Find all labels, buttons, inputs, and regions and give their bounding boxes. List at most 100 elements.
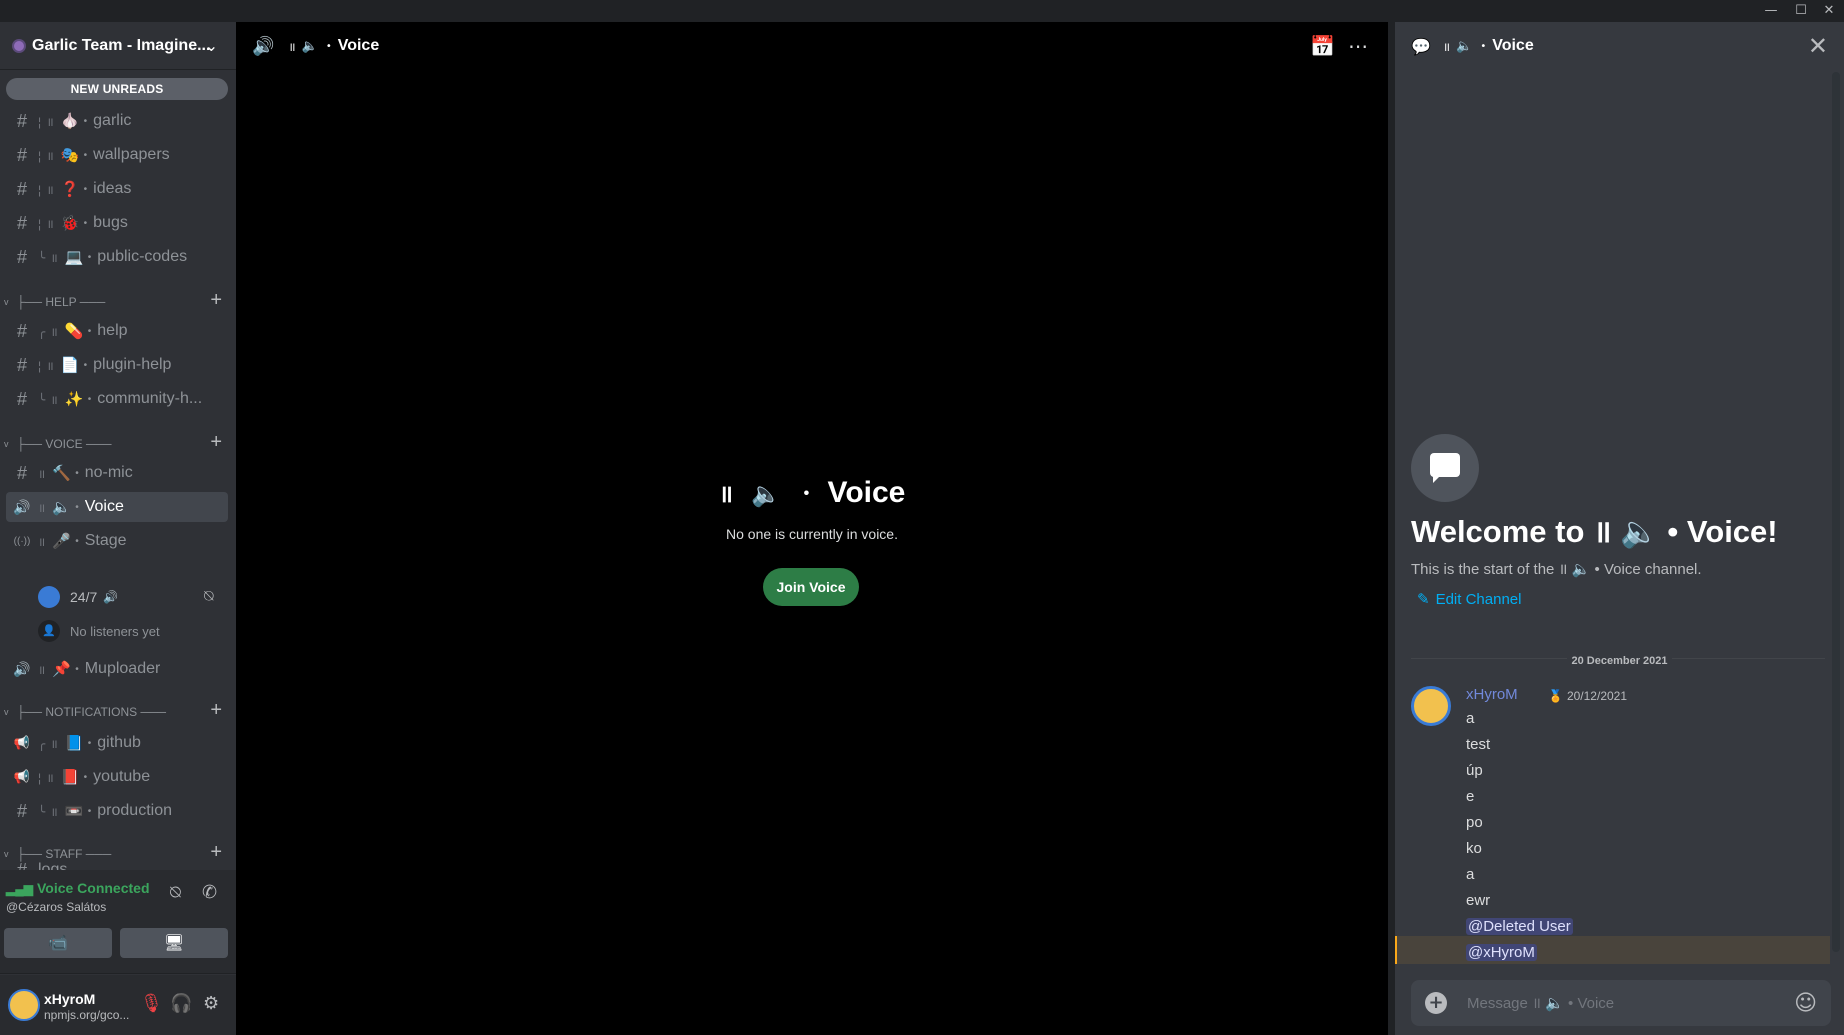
hammer-emoji: 🔨 — [52, 465, 71, 482]
pencil-icon: ✎ — [1417, 591, 1430, 608]
welcome-subtitle: This is the start of the ॥ 🔈 • Voice cha… — [1411, 561, 1702, 578]
category-voice[interactable]: v ├── VOICE ─── + — [0, 431, 236, 454]
avatar[interactable] — [8, 989, 40, 1021]
message-line: po — [1466, 814, 1483, 831]
channel-public-codes[interactable]: # ╰ ॥ 💻 • public-codes — [6, 242, 228, 272]
category-label: ├── NOTIFICATIONS ─── — [16, 705, 166, 719]
channel-bugs[interactable]: # ¦ ॥ 🐞 • bugs — [6, 208, 228, 238]
stage-live-row[interactable]: 24/7 🔊 ⍉ — [38, 586, 214, 608]
mention-deleted-user[interactable]: @Deleted User — [1466, 918, 1573, 935]
dot-separator: • — [803, 485, 810, 503]
channel-github[interactable]: 📢 ╭ ॥ 📘 • github — [6, 728, 228, 758]
channel-community-help[interactable]: # ╰ ॥ ✨ • community-h... — [6, 384, 228, 414]
disconnect-icon[interactable]: ✆ — [202, 882, 217, 903]
badge-icon: 🏅 — [1548, 689, 1563, 703]
voice-connected-status[interactable]: ▂▄▆ Voice Connected — [6, 880, 150, 896]
message-line: úp — [1466, 762, 1483, 779]
hash-icon: # — [16, 178, 27, 199]
signal-icon: ▂▄▆ — [6, 882, 33, 896]
add-channel-icon[interactable]: + — [210, 431, 222, 454]
dot-separator: • — [325, 40, 332, 52]
stage-label: 24/7 — [70, 589, 98, 605]
pill-emoji: 💊 — [64, 323, 84, 340]
user-status: npmjs.org/gco... — [44, 1008, 130, 1022]
message-line: ko — [1466, 840, 1482, 857]
camera-button[interactable]: 📹 — [4, 928, 112, 958]
chat-scrollbar[interactable] — [1832, 72, 1840, 952]
speaker-emoji: 🔈 — [1456, 38, 1473, 54]
close-icon[interactable]: ✕ — [1808, 32, 1828, 60]
gear-icon[interactable]: ⚙ — [203, 993, 219, 1014]
voice-title-text: Voice — [827, 476, 906, 509]
noise-suppression-icon[interactable]: ⍉ — [170, 882, 181, 903]
guild-header[interactable]: Garlic Team - Imagine... ⌄ — [0, 22, 236, 70]
maximize-button[interactable]: ☐ — [1790, 2, 1812, 20]
main-header: 🔊 ॥ 🔈 • Voice 📅 ⋯ — [236, 22, 1388, 70]
channel-stage[interactable]: ((·)) ॥ 🎤 • Stage — [6, 526, 228, 556]
headphones-icon[interactable]: 🎧 — [170, 993, 192, 1014]
message-author[interactable]: xHyroM — [1466, 686, 1518, 703]
emoji-picker-icon[interactable]: ☺ — [1794, 991, 1817, 1016]
channel-youtube[interactable]: 📢 ¦ ॥ 📕 • youtube — [6, 762, 228, 792]
message-timestamp: 🏅 20/12/2021 — [1548, 689, 1627, 703]
channel-name: help — [97, 322, 128, 339]
no-listeners-text: No listeners yet — [70, 623, 160, 639]
mute-icon[interactable]: 🎙 — [140, 993, 163, 1014]
tree-glyph: ¦ ॥ — [38, 182, 55, 197]
add-channel-icon[interactable]: + — [210, 289, 222, 312]
channel-garlic[interactable]: # ¦ ॥ 🧄 • garlic — [6, 106, 228, 136]
user-panel: xHyroM npmjs.org/gco... 🎙 🎧 ⚙ — [0, 975, 236, 1035]
new-unreads-pill[interactable]: NEW UNREADS — [6, 78, 228, 100]
message-input[interactable] — [1467, 992, 1787, 1014]
dot-separator: • — [75, 663, 79, 675]
add-activity-icon[interactable]: 📅 — [1310, 34, 1335, 58]
avatar[interactable] — [1411, 686, 1451, 726]
channel-production[interactable]: # ╰ ॥ 📼 • production — [6, 796, 228, 826]
voice-main-area: 🔊 ॥ 🔈 • Voice 📅 ⋯ ॥ 🔈 • Voice No one is … — [236, 22, 1388, 1035]
speaker-icon: 🔊 — [103, 590, 119, 604]
chevron-down-icon: v — [4, 297, 9, 307]
voice-location[interactable]: @Cézaros Salátos — [6, 900, 106, 914]
edit-channel-label: Edit Channel — [1435, 591, 1522, 608]
mute-stage-icon[interactable]: ⍉ — [204, 588, 214, 606]
channel-name: plugin-help — [93, 356, 172, 373]
channel-muploader[interactable]: 🔊 ॥ 📌 • Muploader — [6, 654, 228, 684]
voice-connected-label: Voice Connected — [36, 880, 150, 896]
edit-channel-link[interactable]: ✎ Edit Channel — [1417, 590, 1521, 608]
minimize-button[interactable]: — — [1760, 2, 1782, 20]
voice-empty-text: No one is currently in voice. — [726, 526, 898, 542]
chevron-down-icon[interactable]: ⌄ — [205, 36, 218, 55]
mention-xhyrom[interactable]: @xHyroM — [1466, 944, 1537, 961]
pause-glyph: ॥ — [718, 481, 734, 508]
category-notifications[interactable]: v ├── NOTIFICATIONS ─── + — [0, 699, 236, 722]
dot-separator: • — [87, 325, 92, 337]
screen-share-button[interactable]: 🖥 — [120, 928, 228, 958]
channel-name: garlic — [93, 112, 132, 129]
no-listeners-row: 👤 No listeners yet — [38, 620, 160, 642]
channel-voice-selected[interactable]: 🔊 ॥ 🔈 • Voice — [6, 492, 228, 522]
dot-separator: • — [83, 771, 88, 783]
hash-icon: # — [16, 320, 27, 341]
channel-name: github — [97, 734, 141, 751]
category-help[interactable]: v ├── HELP ─── + — [0, 289, 236, 312]
chevron-down-icon: v — [4, 439, 9, 449]
garlic-emoji: 🧄 — [60, 113, 80, 130]
tree-glyph: ॥ — [38, 662, 47, 677]
voice-connected-panel: ▂▄▆ Voice Connected @Cézaros Salátos ⍉ ✆ … — [0, 870, 236, 974]
stage-icon: ((·)) — [13, 535, 31, 547]
sparkles-emoji: ✨ — [64, 391, 84, 408]
channel-no-mic[interactable]: # ॥ 🔨 • no-mic — [6, 458, 228, 488]
red-book-emoji: 📕 — [60, 769, 80, 786]
highlighted-message-row — [1395, 936, 1830, 964]
voice-text-chat: 💬 ॥ 🔈 • Voice ✕ Welcome to ॥ 🔈 • Voice! … — [1395, 22, 1844, 1035]
more-options-icon[interactable]: ⋯ — [1348, 34, 1368, 58]
channel-plugin-help[interactable]: # ¦ ॥ 📄 • plugin-help — [6, 350, 228, 380]
close-window-button[interactable]: ✕ — [1818, 2, 1840, 20]
channel-wallpapers[interactable]: # ¦ ॥ 🎭 • wallpapers — [6, 140, 228, 170]
tree-glyph: ╭ ॥ — [38, 324, 59, 339]
add-channel-icon[interactable]: + — [210, 699, 222, 722]
join-voice-button[interactable]: Join Voice — [763, 568, 859, 606]
channel-help[interactable]: # ╭ ॥ 💊 • help — [6, 316, 228, 346]
channel-ideas[interactable]: # ¦ ॥ ❓ • ideas — [6, 174, 228, 204]
add-attachment-icon[interactable]: + — [1425, 992, 1447, 1014]
